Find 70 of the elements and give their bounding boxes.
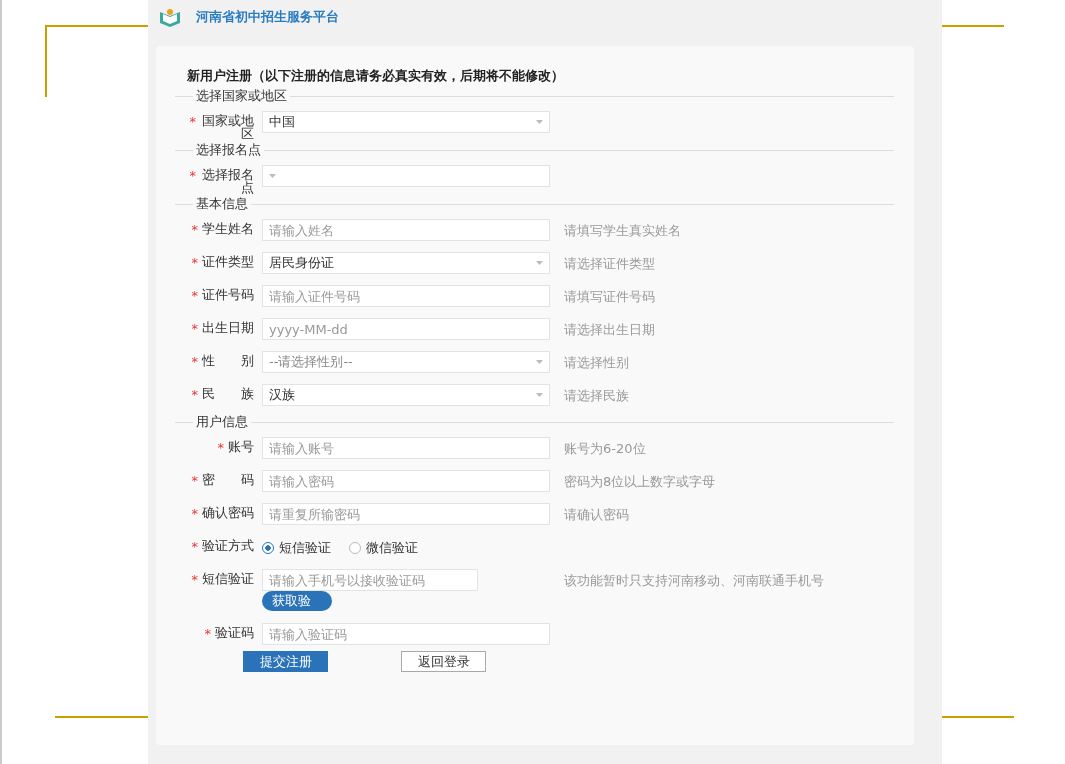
- field-label: 国家或地区: [201, 114, 254, 140]
- section-legend: 基本信息: [193, 195, 251, 213]
- caret-icon: [269, 174, 276, 178]
- field-label: 验证码: [215, 626, 254, 639]
- input-field[interactable]: 请输入验证码: [262, 623, 550, 645]
- input-field[interactable]: 请输入证件号码: [262, 285, 550, 307]
- field-hint: 密码为8位以上数字或字母: [564, 473, 716, 491]
- select-field[interactable]: 汉族: [262, 384, 550, 406]
- required-mark: *: [217, 440, 224, 455]
- input-field[interactable]: 请输入账号: [262, 437, 550, 459]
- field-label: 密 码: [202, 473, 254, 486]
- select-field[interactable]: [262, 165, 550, 187]
- field-hint: 请填写证件号码: [564, 288, 655, 306]
- field-label: 验证方式: [202, 539, 254, 552]
- input-field[interactable]: 请重复所输密码: [262, 503, 550, 525]
- section-legend: 选择国家或地区: [193, 87, 290, 105]
- field-hint: 请选择证件类型: [564, 255, 655, 273]
- field-label: 选择报名点: [201, 168, 254, 194]
- required-mark: *: [191, 255, 198, 270]
- required-mark: *: [189, 168, 196, 183]
- required-mark: *: [204, 626, 211, 641]
- required-mark: *: [191, 354, 198, 369]
- section-legend: 选择报名点: [193, 141, 264, 159]
- required-mark: *: [191, 473, 198, 488]
- field-hint: 请选择民族: [564, 387, 629, 405]
- get-code-button[interactable]: 获取验: [262, 591, 332, 611]
- site-title: 河南省初中招生服务平台: [196, 8, 339, 26]
- field-hint: 请确认密码: [564, 506, 629, 524]
- radio-icon[interactable]: [349, 542, 361, 554]
- input-field[interactable]: yyyy-MM-dd: [262, 318, 550, 340]
- field-label: 出生日期: [202, 321, 254, 334]
- required-mark: *: [191, 506, 198, 521]
- field-label: 民 族: [202, 387, 254, 400]
- field-label: 账号: [228, 440, 254, 453]
- radio-option[interactable]: 短信验证: [262, 539, 331, 557]
- phone-field[interactable]: 请输入手机号以接收验证码: [262, 569, 478, 591]
- radio-icon[interactable]: [262, 542, 274, 554]
- select-field[interactable]: --请选择性别--: [262, 351, 550, 373]
- caret-icon: [536, 393, 543, 397]
- required-mark: *: [191, 321, 198, 336]
- section-legend: 用户信息: [193, 413, 251, 431]
- back-button[interactable]: 返回登录: [401, 651, 486, 672]
- field-label: 证件类型: [202, 255, 254, 268]
- caret-icon: [536, 360, 543, 364]
- field-label: 性 别: [202, 354, 254, 367]
- field-label: 证件号码: [202, 288, 254, 301]
- field-label: 学生姓名: [202, 222, 254, 235]
- form-title: 新用户注册（以下注册的信息请务必真实有效，后期将不能修改）: [187, 67, 565, 85]
- radio-option[interactable]: 微信验证: [349, 539, 418, 557]
- submit-button[interactable]: 提交注册: [243, 651, 328, 672]
- required-mark: *: [191, 572, 198, 587]
- caret-icon: [536, 261, 543, 265]
- caret-icon: [536, 120, 543, 124]
- field-hint: 请填写学生真实姓名: [564, 222, 681, 240]
- field-label: 短信验证: [202, 572, 254, 585]
- field-label: 确认密码: [202, 506, 254, 519]
- input-field[interactable]: 请输入姓名: [262, 219, 550, 241]
- required-mark: *: [191, 539, 198, 554]
- field-hint: 请选择出生日期: [564, 321, 655, 339]
- field-hint: 该功能暂时只支持河南移动、河南联通手机号: [564, 572, 824, 590]
- input-field[interactable]: 请输入密码: [262, 470, 550, 492]
- field-hint: 请选择性别: [564, 354, 629, 372]
- required-mark: *: [191, 222, 198, 237]
- select-field[interactable]: 居民身份证: [262, 252, 550, 274]
- select-field[interactable]: 中国: [262, 111, 550, 133]
- book-logo-icon: [158, 6, 182, 28]
- required-mark: *: [191, 288, 198, 303]
- required-mark: *: [189, 114, 196, 129]
- required-mark: *: [191, 387, 198, 402]
- field-hint: 账号为6-20位: [564, 440, 646, 458]
